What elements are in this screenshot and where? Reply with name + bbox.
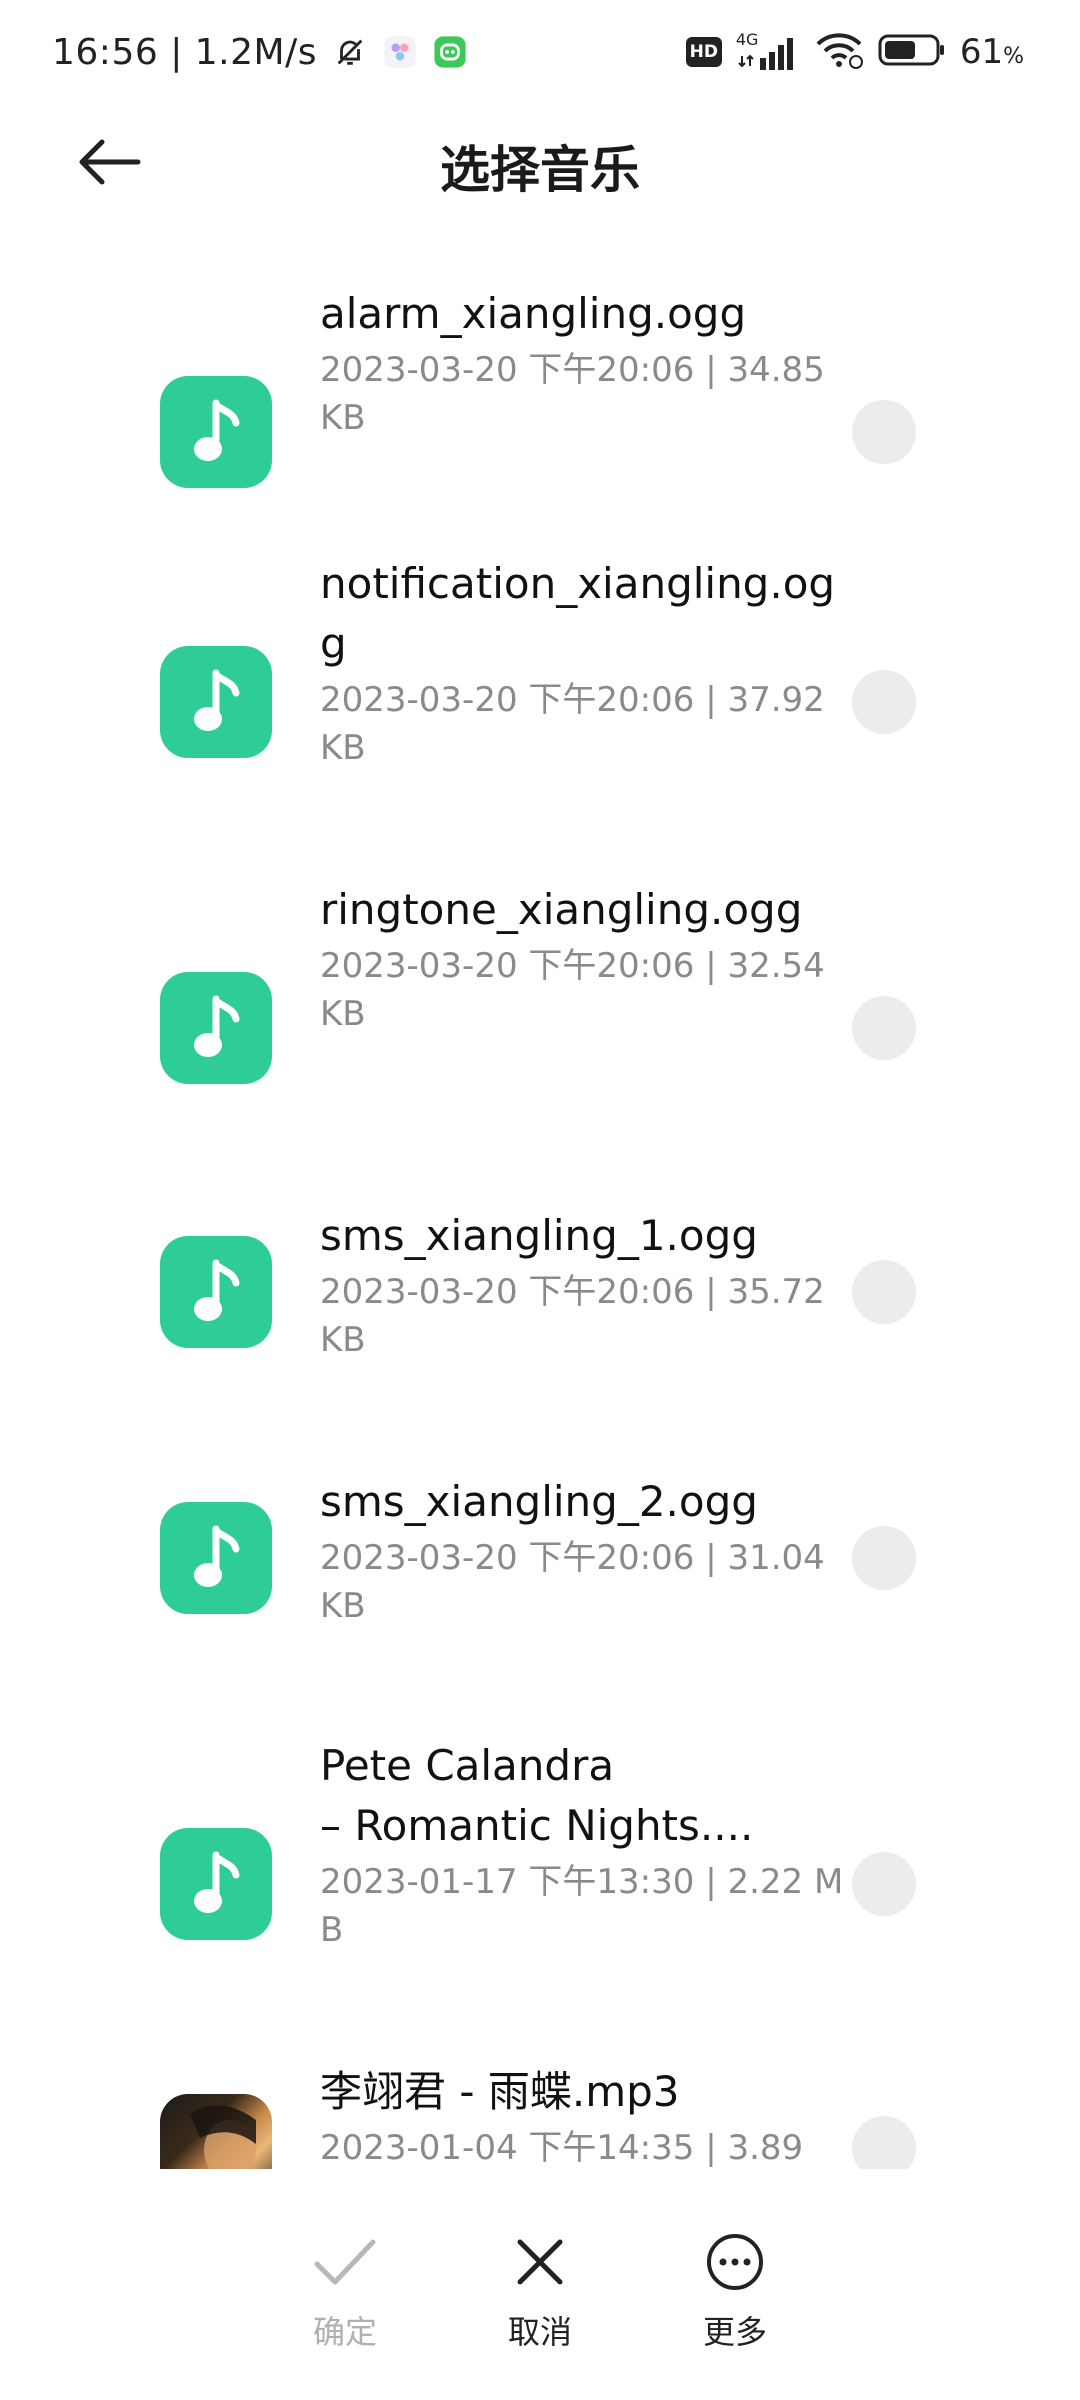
select-radio[interactable] bbox=[852, 2116, 916, 2169]
music-note-icon bbox=[160, 1236, 272, 1348]
robot-app-icon bbox=[433, 35, 467, 69]
select-radio[interactable] bbox=[852, 1526, 916, 1590]
status-bar: 16:56 | 1.2M/s HD 4G 61% bbox=[0, 0, 1080, 104]
more-label: 更多 bbox=[702, 2313, 767, 2351]
file-name: Pete Calandra – Romantic Nights.... bbox=[320, 1741, 754, 1850]
file-meta: 2023-01-04 下午14:35 | 3.89 bbox=[320, 2128, 804, 2168]
bell-muted-icon bbox=[333, 35, 367, 69]
file-name: notification_xiangling.ogg bbox=[320, 559, 836, 668]
album-cover-thumbnail bbox=[160, 2094, 272, 2169]
hd-badge: HD bbox=[685, 37, 722, 67]
battery-unit: % bbox=[1003, 44, 1024, 69]
music-file-list: alarm_xiangling.ogg 2023-03-20 下午20:06 |… bbox=[0, 224, 1080, 2169]
file-meta: 2023-03-20 下午20:06 | 31.04 KB bbox=[320, 1538, 825, 1626]
bottom-action-bar: 确定 取消 更多 bbox=[0, 2169, 1080, 2400]
file-meta: 2023-03-20 下午20:06 | 37.92 KB bbox=[320, 680, 825, 768]
page-title: 选择音乐 bbox=[440, 141, 640, 199]
music-note-icon bbox=[160, 1828, 272, 1940]
battery-value: 61 bbox=[959, 32, 1004, 72]
signal-4g-icon: 4G bbox=[735, 30, 800, 72]
file-name: 李翊君 - 雨蝶.mp3 bbox=[320, 2067, 680, 2116]
file-name: ringtone_xiangling.ogg bbox=[320, 885, 803, 934]
network-label: 4G bbox=[735, 30, 759, 49]
app-dots-icon bbox=[383, 35, 417, 69]
file-name: sms_xiangling_2.ogg bbox=[320, 1477, 758, 1526]
music-note-icon bbox=[160, 376, 272, 488]
select-radio[interactable] bbox=[852, 1852, 916, 1916]
music-note-icon bbox=[160, 1502, 272, 1614]
file-meta: 2023-03-20 下午20:06 | 35.72 KB bbox=[320, 1272, 825, 1360]
more-button[interactable]: 更多 bbox=[665, 2227, 805, 2353]
header: 选择音乐 bbox=[0, 104, 1080, 224]
wifi-icon bbox=[814, 30, 864, 74]
file-meta: 2023-03-20 下午20:06 | 34.85 KB bbox=[320, 350, 825, 438]
file-meta: 2023-03-20 下午20:06 | 32.54 KB bbox=[320, 946, 825, 1034]
music-note-icon bbox=[160, 972, 272, 1084]
cancel-label: 取消 bbox=[507, 2313, 572, 2351]
file-name: sms_xiangling_1.ogg bbox=[320, 1211, 758, 1260]
confirm-button[interactable]: 确定 bbox=[275, 2227, 415, 2353]
select-radio[interactable] bbox=[852, 670, 916, 734]
select-radio[interactable] bbox=[852, 1260, 916, 1324]
status-time-speed: 16:56 | 1.2M/s bbox=[52, 31, 317, 73]
cancel-button[interactable]: 取消 bbox=[470, 2227, 610, 2353]
file-meta: 2023-01-17 下午13:30 | 2.22 MB bbox=[320, 1862, 844, 1950]
music-note-icon bbox=[160, 646, 272, 758]
file-name: alarm_xiangling.ogg bbox=[320, 289, 747, 338]
select-radio[interactable] bbox=[852, 996, 916, 1060]
more-dots-icon bbox=[665, 2227, 805, 2297]
confirm-label: 确定 bbox=[312, 2313, 377, 2351]
check-icon bbox=[275, 2227, 415, 2297]
close-icon bbox=[470, 2227, 610, 2297]
battery-percentage: 61% bbox=[960, 32, 1024, 72]
select-radio[interactable] bbox=[852, 400, 916, 464]
battery-icon bbox=[878, 32, 946, 72]
